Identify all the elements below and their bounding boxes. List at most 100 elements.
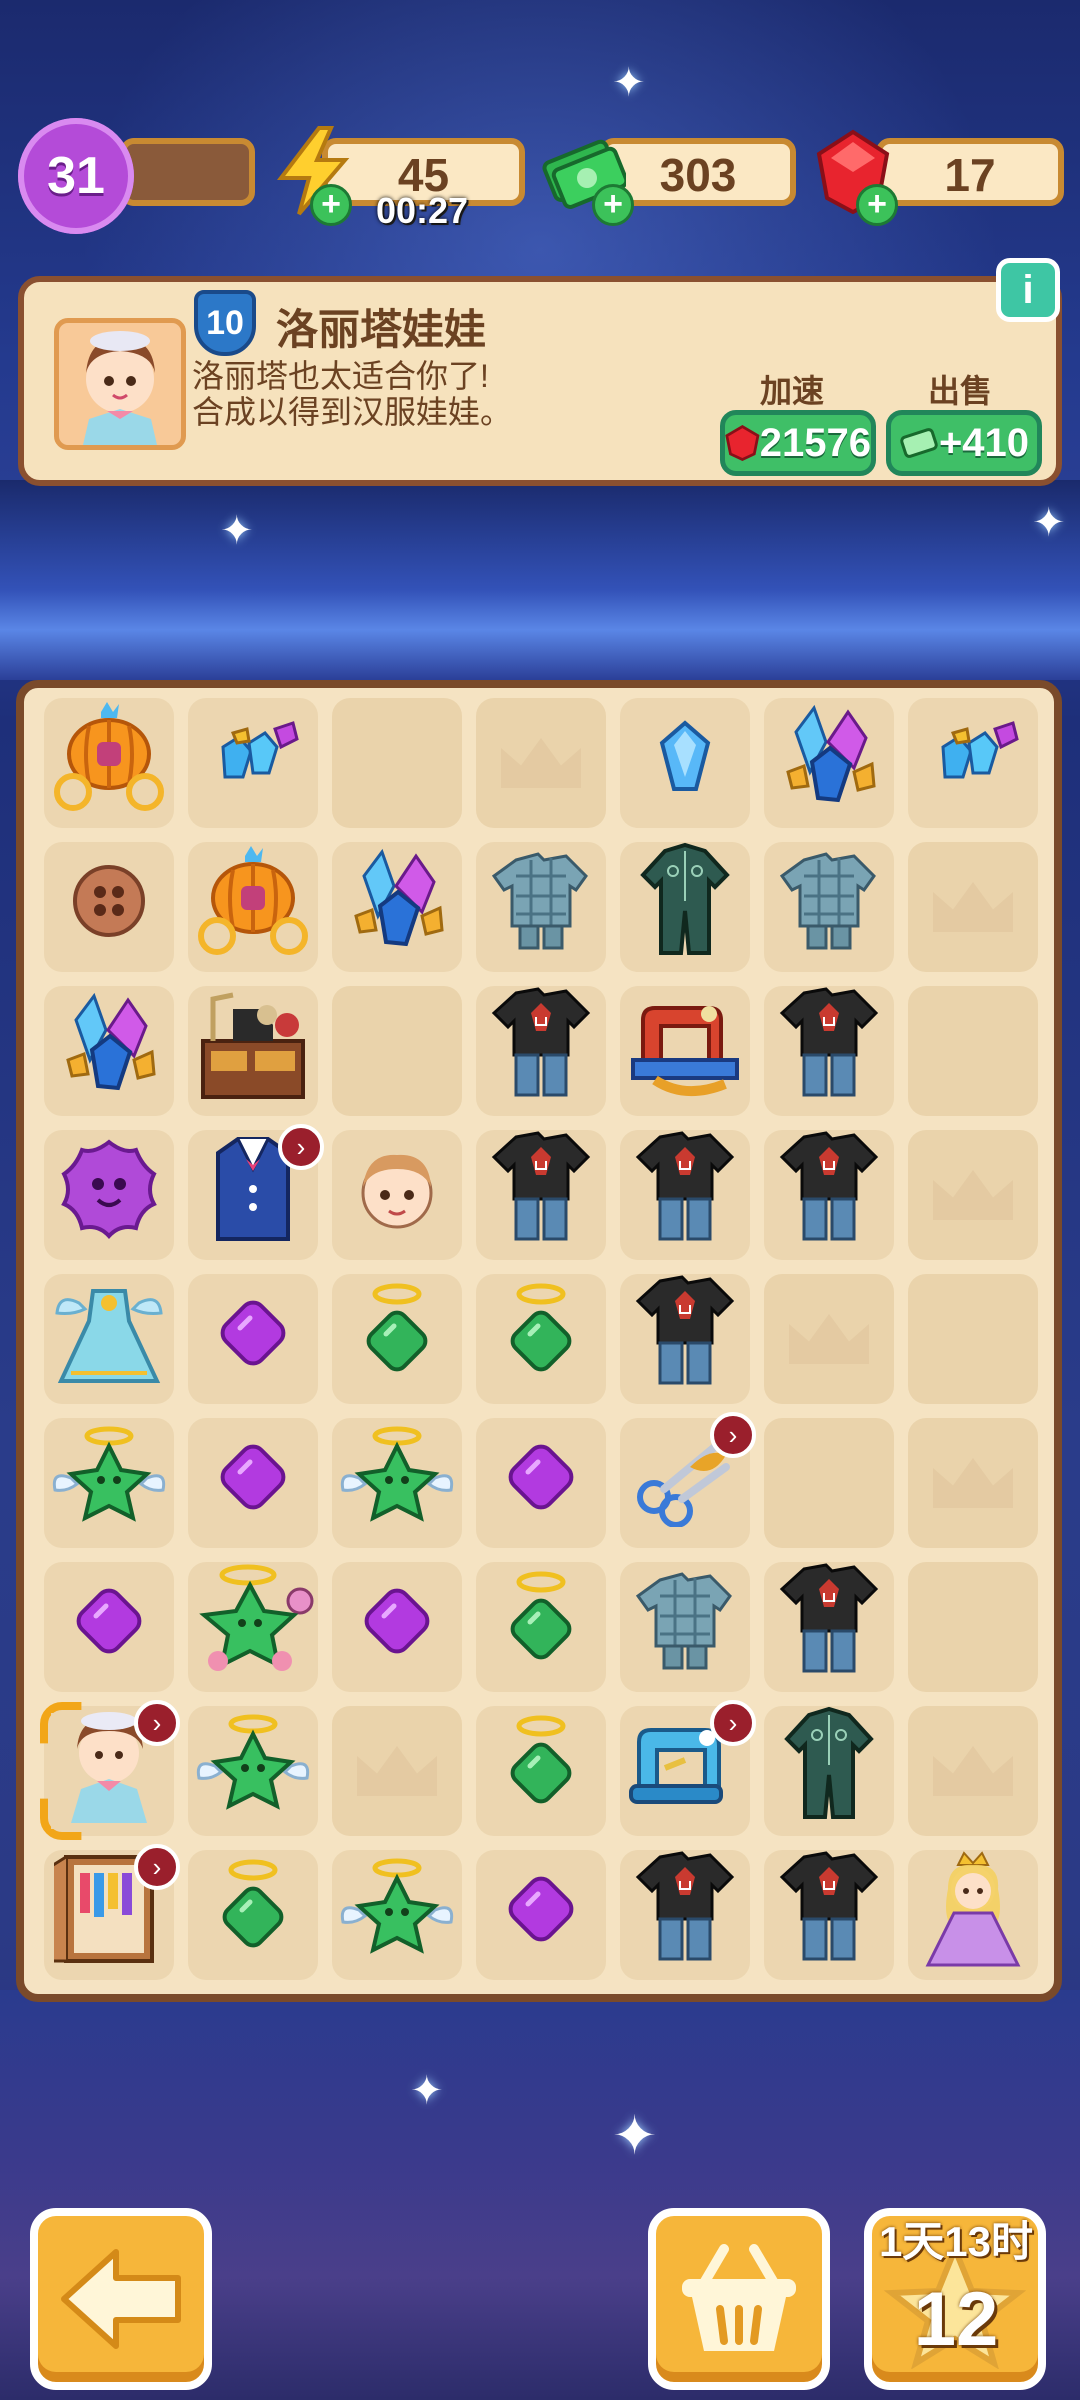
board-cell[interactable]: › (40, 1700, 180, 1840)
green-angel-star-big-icon[interactable] (188, 1561, 318, 1694)
add-gems-icon[interactable]: + (856, 184, 898, 226)
green-angel-star-icon[interactable] (337, 1854, 457, 1977)
board-cell[interactable]: › (44, 1844, 180, 1980)
green-halo-gem-icon[interactable] (496, 1710, 586, 1833)
green-tracksuit-icon[interactable] (779, 1705, 879, 1838)
level-progress-bar[interactable] (120, 138, 255, 206)
board-cell[interactable] (188, 1274, 318, 1404)
board-cell[interactable] (908, 1850, 1038, 1980)
board-cell[interactable] (620, 986, 750, 1116)
add-cash-icon[interactable]: + (592, 184, 634, 226)
board-cell[interactable] (332, 1418, 462, 1548)
purple-diamond-icon[interactable] (208, 1288, 298, 1391)
board-cell[interactable] (44, 1130, 174, 1260)
board-cell[interactable] (332, 1274, 462, 1404)
board-cell[interactable] (620, 1274, 750, 1404)
pumpkin-carriage-icon[interactable] (193, 845, 313, 969)
board-cell[interactable] (188, 1706, 318, 1836)
board-cell[interactable] (44, 698, 174, 828)
plaid-outfit-icon[interactable] (630, 1566, 740, 1689)
basket-button[interactable] (648, 2208, 830, 2390)
board-cell[interactable] (476, 1418, 606, 1548)
board-cell[interactable] (764, 1418, 894, 1548)
info-button[interactable]: i (996, 258, 1060, 322)
board-cell[interactable] (476, 1706, 606, 1836)
green-halo-gem-icon[interactable] (208, 1854, 298, 1977)
gem-cluster-small-icon[interactable] (923, 717, 1023, 810)
board-cell[interactable] (476, 842, 606, 972)
board-cell[interactable] (44, 1418, 174, 1548)
green-halo-gem-icon[interactable] (352, 1278, 442, 1401)
green-halo-gem-icon[interactable] (496, 1566, 586, 1689)
rock-tshirt-outfit-icon[interactable] (774, 1129, 884, 1262)
board-cell[interactable] (620, 1130, 750, 1260)
board-cell[interactable] (620, 1562, 750, 1692)
board-cell[interactable] (764, 698, 894, 828)
green-angel-star-icon[interactable] (337, 1422, 457, 1545)
princess-doll-icon[interactable] (918, 1849, 1028, 1982)
board-cell[interactable] (908, 698, 1038, 828)
board-cell[interactable] (476, 698, 606, 828)
board-cell[interactable] (908, 1418, 1038, 1548)
board-cell[interactable] (332, 1130, 462, 1260)
rock-tshirt-outfit-icon[interactable] (630, 1849, 740, 1982)
board-cell[interactable] (332, 1850, 462, 1980)
board-cell[interactable] (908, 1706, 1038, 1836)
gem-cluster-large-icon[interactable] (54, 990, 164, 1113)
purple-diamond-icon[interactable] (64, 1576, 154, 1679)
board-cell[interactable] (44, 1274, 174, 1404)
fairy-dress-icon[interactable] (49, 1273, 169, 1406)
purple-diamond-icon[interactable] (352, 1576, 442, 1679)
board-cell[interactable] (476, 986, 606, 1116)
rock-tshirt-outfit-icon[interactable] (630, 1129, 740, 1262)
board-cell[interactable] (764, 1850, 894, 1980)
button-icon[interactable] (64, 856, 154, 959)
board-cell[interactable] (44, 842, 174, 972)
board-cell[interactable] (620, 1850, 750, 1980)
board-cell[interactable]: › (620, 1412, 756, 1548)
speedup-button[interactable]: 21576 (720, 410, 876, 476)
board-cell[interactable] (188, 986, 318, 1116)
sewing-machine-red-icon[interactable] (625, 990, 745, 1113)
purple-diamond-icon[interactable] (496, 1864, 586, 1967)
board-cell[interactable] (188, 1418, 318, 1548)
board-cell[interactable]: › (188, 1124, 324, 1260)
board-cell[interactable] (764, 842, 894, 972)
board-cell[interactable] (620, 698, 750, 828)
board-cell[interactable] (764, 1130, 894, 1260)
green-tracksuit-icon[interactable] (635, 841, 735, 974)
rock-tshirt-outfit-icon[interactable] (774, 985, 884, 1118)
crystal-small-icon[interactable] (650, 717, 720, 810)
rock-tshirt-outfit-icon[interactable] (774, 1561, 884, 1694)
board-cell[interactable] (188, 842, 318, 972)
board-cell[interactable]: › (620, 1700, 756, 1836)
board-cell[interactable] (476, 1130, 606, 1260)
board-cell[interactable] (332, 842, 462, 972)
gem-cluster-large-icon[interactable] (774, 702, 884, 825)
board-cell[interactable] (332, 986, 462, 1116)
green-angel-star-icon[interactable] (193, 1710, 313, 1833)
green-halo-gem-icon[interactable] (496, 1278, 586, 1401)
board-cell[interactable] (908, 842, 1038, 972)
board-cell[interactable] (332, 1706, 462, 1836)
board-cell[interactable] (476, 1850, 606, 1980)
green-angel-star-icon[interactable] (49, 1422, 169, 1545)
plaid-outfit-icon[interactable] (774, 846, 884, 969)
purple-diamond-icon[interactable] (208, 1432, 298, 1535)
board-cell[interactable] (908, 1562, 1038, 1692)
board-cell[interactable] (620, 842, 750, 972)
rock-tshirt-outfit-icon[interactable] (486, 1129, 596, 1262)
pumpkin-carriage-icon[interactable] (49, 701, 169, 825)
board-cell[interactable] (188, 698, 318, 828)
board-cell[interactable] (188, 1562, 318, 1692)
player-level-badge[interactable]: 31 (18, 118, 134, 234)
board-cell[interactable] (764, 1706, 894, 1836)
back-button[interactable] (30, 2208, 212, 2390)
gem-counter[interactable]: 17 (876, 138, 1064, 206)
rock-tshirt-outfit-icon[interactable] (486, 985, 596, 1118)
gem-cluster-small-icon[interactable] (203, 717, 303, 810)
rock-tshirt-outfit-icon[interactable] (630, 1273, 740, 1406)
board-cell[interactable] (764, 1562, 894, 1692)
board-cell[interactable] (188, 1850, 318, 1980)
purple-diamond-icon[interactable] (496, 1432, 586, 1535)
